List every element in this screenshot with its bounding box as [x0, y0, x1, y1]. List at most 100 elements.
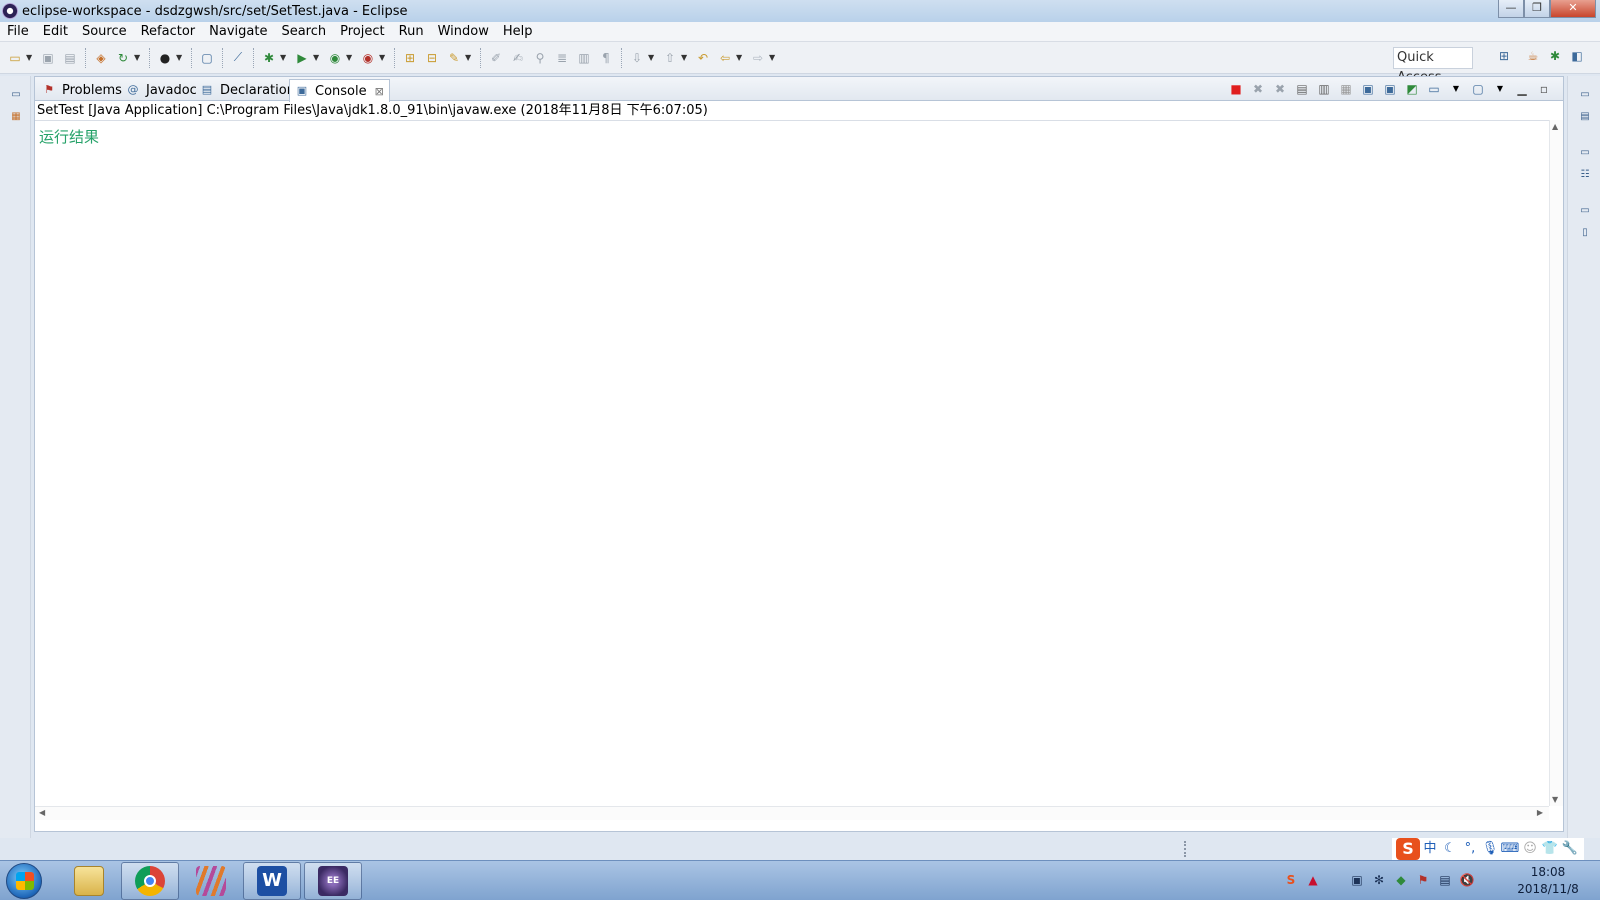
open-task-icon[interactable]: ⊟	[423, 49, 441, 67]
vertical-scrollbar[interactable]: ▲ ▼	[1549, 120, 1563, 806]
menu-search[interactable]: Search	[274, 22, 333, 42]
new-icon[interactable]: ▭	[6, 49, 24, 67]
highlight-icon[interactable]: ✍	[509, 49, 527, 67]
network-tray-icon[interactable]: ▣	[1346, 871, 1368, 889]
skip-breakpoints-icon[interactable]: ⟋	[229, 49, 247, 67]
next-annotation-icon[interactable]: ⇩	[628, 49, 646, 67]
restore-view-icon[interactable]: ▭	[9, 88, 23, 102]
menu-source[interactable]: Source	[75, 22, 134, 42]
display-console-dropdown-icon[interactable]: ▼	[1446, 80, 1466, 98]
coverage-icon[interactable]: ◉	[326, 49, 344, 67]
remove-launch-icon[interactable]: ✖	[1248, 80, 1268, 98]
close-button[interactable]: ✕	[1550, 0, 1596, 18]
refresh-icon[interactable]: ↻	[114, 49, 132, 67]
sogou-tray-icon[interactable]: S	[1280, 871, 1302, 889]
open-perspective-icon[interactable]: ⊞	[1495, 49, 1513, 67]
menu-refactor[interactable]: Refactor	[134, 22, 203, 42]
search-icon[interactable]: ✎	[445, 49, 463, 67]
menu-project[interactable]: Project	[333, 22, 391, 42]
system-clock[interactable]: 18:08 2018/11/8	[1512, 864, 1584, 898]
save-all-icon[interactable]: ▤	[61, 49, 79, 67]
taskbar-eclipse[interactable]: EE	[304, 862, 362, 900]
terminal-icon[interactable]: ▢	[198, 49, 216, 67]
display-console-icon[interactable]: ▭	[1424, 80, 1444, 98]
scroll-up-icon[interactable]: ▲	[1552, 122, 1558, 131]
user-icon[interactable]: ☺	[1520, 840, 1540, 858]
taskbar-winrar[interactable]	[182, 862, 240, 900]
clear-console-icon[interactable]: ▤	[1292, 80, 1312, 98]
skin-icon[interactable]: 👕	[1540, 840, 1560, 858]
back-dropdown-icon[interactable]: ▼	[736, 53, 744, 62]
task-list-icon[interactable]: ▤	[1578, 110, 1592, 124]
scroll-down-icon[interactable]: ▼	[1552, 795, 1558, 804]
ime-mode-toggle[interactable]: 中	[1420, 840, 1440, 858]
tab-console[interactable]: ▣ Console ⊠	[289, 79, 390, 102]
show-whitespace-icon[interactable]: ¶	[597, 49, 615, 67]
microphone-icon[interactable]: 🎙	[1480, 840, 1500, 858]
pin-console-icon[interactable]: ◩	[1402, 80, 1422, 98]
coverage-dropdown-icon[interactable]: ▼	[346, 53, 354, 62]
open-type-icon[interactable]: ⊞	[401, 49, 419, 67]
security-tray-icon[interactable]: ◆	[1390, 871, 1412, 889]
package-explorer-icon[interactable]: ▦	[9, 110, 23, 124]
toggle-mark-icon[interactable]: ⚲	[531, 49, 549, 67]
display-tray-icon[interactable]: ▤	[1434, 871, 1456, 889]
new-package-icon[interactable]: ◈	[92, 49, 110, 67]
menu-help[interactable]: Help	[496, 22, 540, 42]
quick-access-field[interactable]: Quick Access	[1393, 47, 1473, 85]
restore-view-icon[interactable]: ▭	[1578, 204, 1592, 218]
last-edit-icon[interactable]: ↶	[694, 49, 712, 67]
menu-file[interactable]: File	[0, 22, 36, 42]
punctuation-icon[interactable]: °,	[1460, 840, 1480, 858]
remove-all-terminated-icon[interactable]: ✖	[1270, 80, 1290, 98]
server-icon[interactable]: ●	[156, 49, 174, 67]
menu-window[interactable]: Window	[431, 22, 496, 42]
javaee-perspective-icon[interactable]: ◧	[1568, 49, 1586, 67]
refresh-dropdown-icon[interactable]: ▼	[134, 53, 142, 62]
menu-navigate[interactable]: Navigate	[202, 22, 274, 42]
action-center-tray-icon[interactable]: ⚑	[1412, 871, 1434, 889]
terminate-icon[interactable]: ■	[1226, 80, 1246, 98]
console-output-area[interactable]: 运行结果	[35, 120, 1549, 806]
word-wrap-icon[interactable]: ≣	[553, 49, 571, 67]
tab-javadoc[interactable]: @ Javadoc	[121, 79, 202, 101]
forward-dropdown-icon[interactable]: ▼	[769, 53, 777, 62]
wrench-icon[interactable]: 🔧	[1560, 840, 1580, 858]
scroll-right-icon[interactable]: ▶	[1537, 808, 1543, 817]
prev-annotation-dropdown-icon[interactable]: ▼	[681, 53, 689, 62]
forward-icon[interactable]: ⇨	[749, 49, 767, 67]
debug-icon[interactable]: ✱	[260, 49, 278, 67]
minimize-button[interactable]: —	[1498, 0, 1524, 18]
palette-icon[interactable]: ▯	[1578, 226, 1592, 240]
save-icon[interactable]: ▣	[39, 49, 57, 67]
taskbar-wps-writer[interactable]: W	[243, 862, 301, 900]
scroll-lock-icon[interactable]: ▥	[1314, 80, 1334, 98]
block-select-icon[interactable]: ▥	[575, 49, 593, 67]
new-dropdown-icon[interactable]: ▼	[26, 53, 34, 62]
restore-view-icon[interactable]: ▭	[1578, 88, 1592, 102]
restore-button[interactable]: ❐	[1524, 0, 1550, 18]
scroll-left-icon[interactable]: ◀	[39, 808, 45, 817]
open-console-icon[interactable]: ▢	[1468, 80, 1488, 98]
moon-icon[interactable]: ☾	[1440, 840, 1460, 858]
acrobat-tray-icon[interactable]: ▲	[1302, 871, 1324, 889]
taskbar-chrome[interactable]	[121, 862, 179, 900]
external-tools-dropdown-icon[interactable]: ▼	[379, 53, 387, 62]
keyboard-icon[interactable]: ⌨	[1500, 840, 1520, 858]
sogou-logo-icon[interactable]: S	[1396, 838, 1420, 860]
external-tools-icon[interactable]: ◉	[359, 49, 377, 67]
tab-problems[interactable]: ⚑ Problems	[37, 79, 127, 101]
menu-run[interactable]: Run	[392, 22, 431, 42]
show-on-stderr-icon[interactable]: ▣	[1380, 80, 1400, 98]
search-dropdown-icon[interactable]: ▼	[465, 53, 473, 62]
open-console-dropdown-icon[interactable]: ▼	[1490, 80, 1510, 98]
run-dropdown-icon[interactable]: ▼	[313, 53, 321, 62]
restore-view-icon[interactable]: ▭	[1578, 146, 1592, 160]
horizontal-scrollbar[interactable]: ◀ ▶	[35, 806, 1549, 820]
word-wrap-icon[interactable]: ▦	[1336, 80, 1356, 98]
bluetooth-tray-icon[interactable]: ✻	[1368, 871, 1390, 889]
next-annotation-dropdown-icon[interactable]: ▼	[648, 53, 656, 62]
outline-icon[interactable]: ☷	[1578, 168, 1592, 182]
minimize-view-icon[interactable]: ▁	[1512, 80, 1532, 98]
menu-edit[interactable]: Edit	[36, 22, 75, 42]
